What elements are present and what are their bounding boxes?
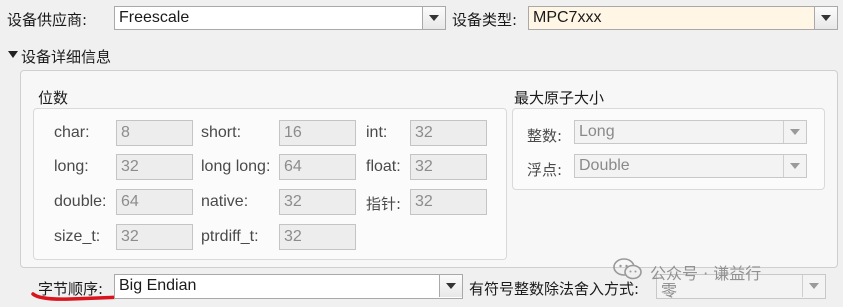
device-type-label: 设备类型: xyxy=(452,11,518,29)
atomic-float-label: 浮点: xyxy=(527,161,563,179)
short-field[interactable]: 16 xyxy=(279,120,356,146)
long-long-field[interactable]: 64 xyxy=(279,154,356,180)
pointer-field[interactable]: 32 xyxy=(410,189,487,215)
long-label: long: xyxy=(54,158,89,175)
size-t-label: size_t: xyxy=(54,228,101,245)
device-details-toggle[interactable]: 设备详细信息 xyxy=(21,46,111,67)
vendor-dropdown[interactable]: Freescale xyxy=(114,6,446,30)
native-label: native: xyxy=(201,193,249,210)
atomic-integer-value: Long xyxy=(579,123,615,140)
native-field[interactable]: 32 xyxy=(279,189,356,215)
chevron-down-icon[interactable] xyxy=(439,275,462,297)
long-field[interactable]: 32 xyxy=(116,154,193,180)
double-field[interactable]: 64 xyxy=(116,189,193,215)
pointer-label: 指针: xyxy=(366,195,402,213)
float-field[interactable]: 32 xyxy=(410,154,487,180)
chevron-down-icon[interactable] xyxy=(783,155,806,177)
int-field[interactable]: 32 xyxy=(410,120,487,146)
atomic-size-title: 最大原子大小 xyxy=(514,89,605,107)
vendor-value: Freescale xyxy=(119,9,190,26)
red-underline-annotation xyxy=(31,292,124,301)
atomic-float-value: Double xyxy=(579,157,630,174)
chevron-down-icon[interactable] xyxy=(422,7,445,29)
size-t-field[interactable]: 32 xyxy=(116,224,193,250)
bits-group-title: 位数 xyxy=(38,89,69,107)
device-type-dropdown[interactable]: MPC7xxx xyxy=(528,6,838,30)
vendor-label: 设备供应商: xyxy=(7,11,88,29)
int-label: int: xyxy=(366,124,388,141)
watermark-text: 公众号 · 谦益行 xyxy=(650,264,762,283)
rounding-label: 有符号整数除法舍入方式: xyxy=(469,280,640,298)
chevron-down-icon[interactable] xyxy=(802,275,825,297)
byte-order-dropdown[interactable]: Big Endian xyxy=(114,274,463,299)
atomic-integer-label: 整数: xyxy=(527,127,563,145)
char-label: char: xyxy=(54,124,90,141)
chevron-down-icon[interactable] xyxy=(783,121,806,143)
wechat-icon xyxy=(613,258,642,280)
short-label: short: xyxy=(201,124,242,141)
ptrdiff-t-field[interactable]: 32 xyxy=(279,224,356,250)
device-type-value: MPC7xxx xyxy=(533,9,602,26)
long-long-label: long long: xyxy=(201,158,271,175)
char-field[interactable]: 8 xyxy=(116,120,193,146)
ptrdiff-t-label: ptrdiff_t: xyxy=(201,228,259,245)
expand-triangle-icon[interactable] xyxy=(8,51,18,58)
chevron-down-icon[interactable] xyxy=(814,7,837,29)
float-label: float: xyxy=(366,158,401,175)
atomic-float-dropdown[interactable]: Double xyxy=(574,154,807,178)
atomic-integer-dropdown[interactable]: Long xyxy=(574,120,807,144)
double-label: double: xyxy=(54,193,107,210)
byte-order-value: Big Endian xyxy=(119,277,197,294)
